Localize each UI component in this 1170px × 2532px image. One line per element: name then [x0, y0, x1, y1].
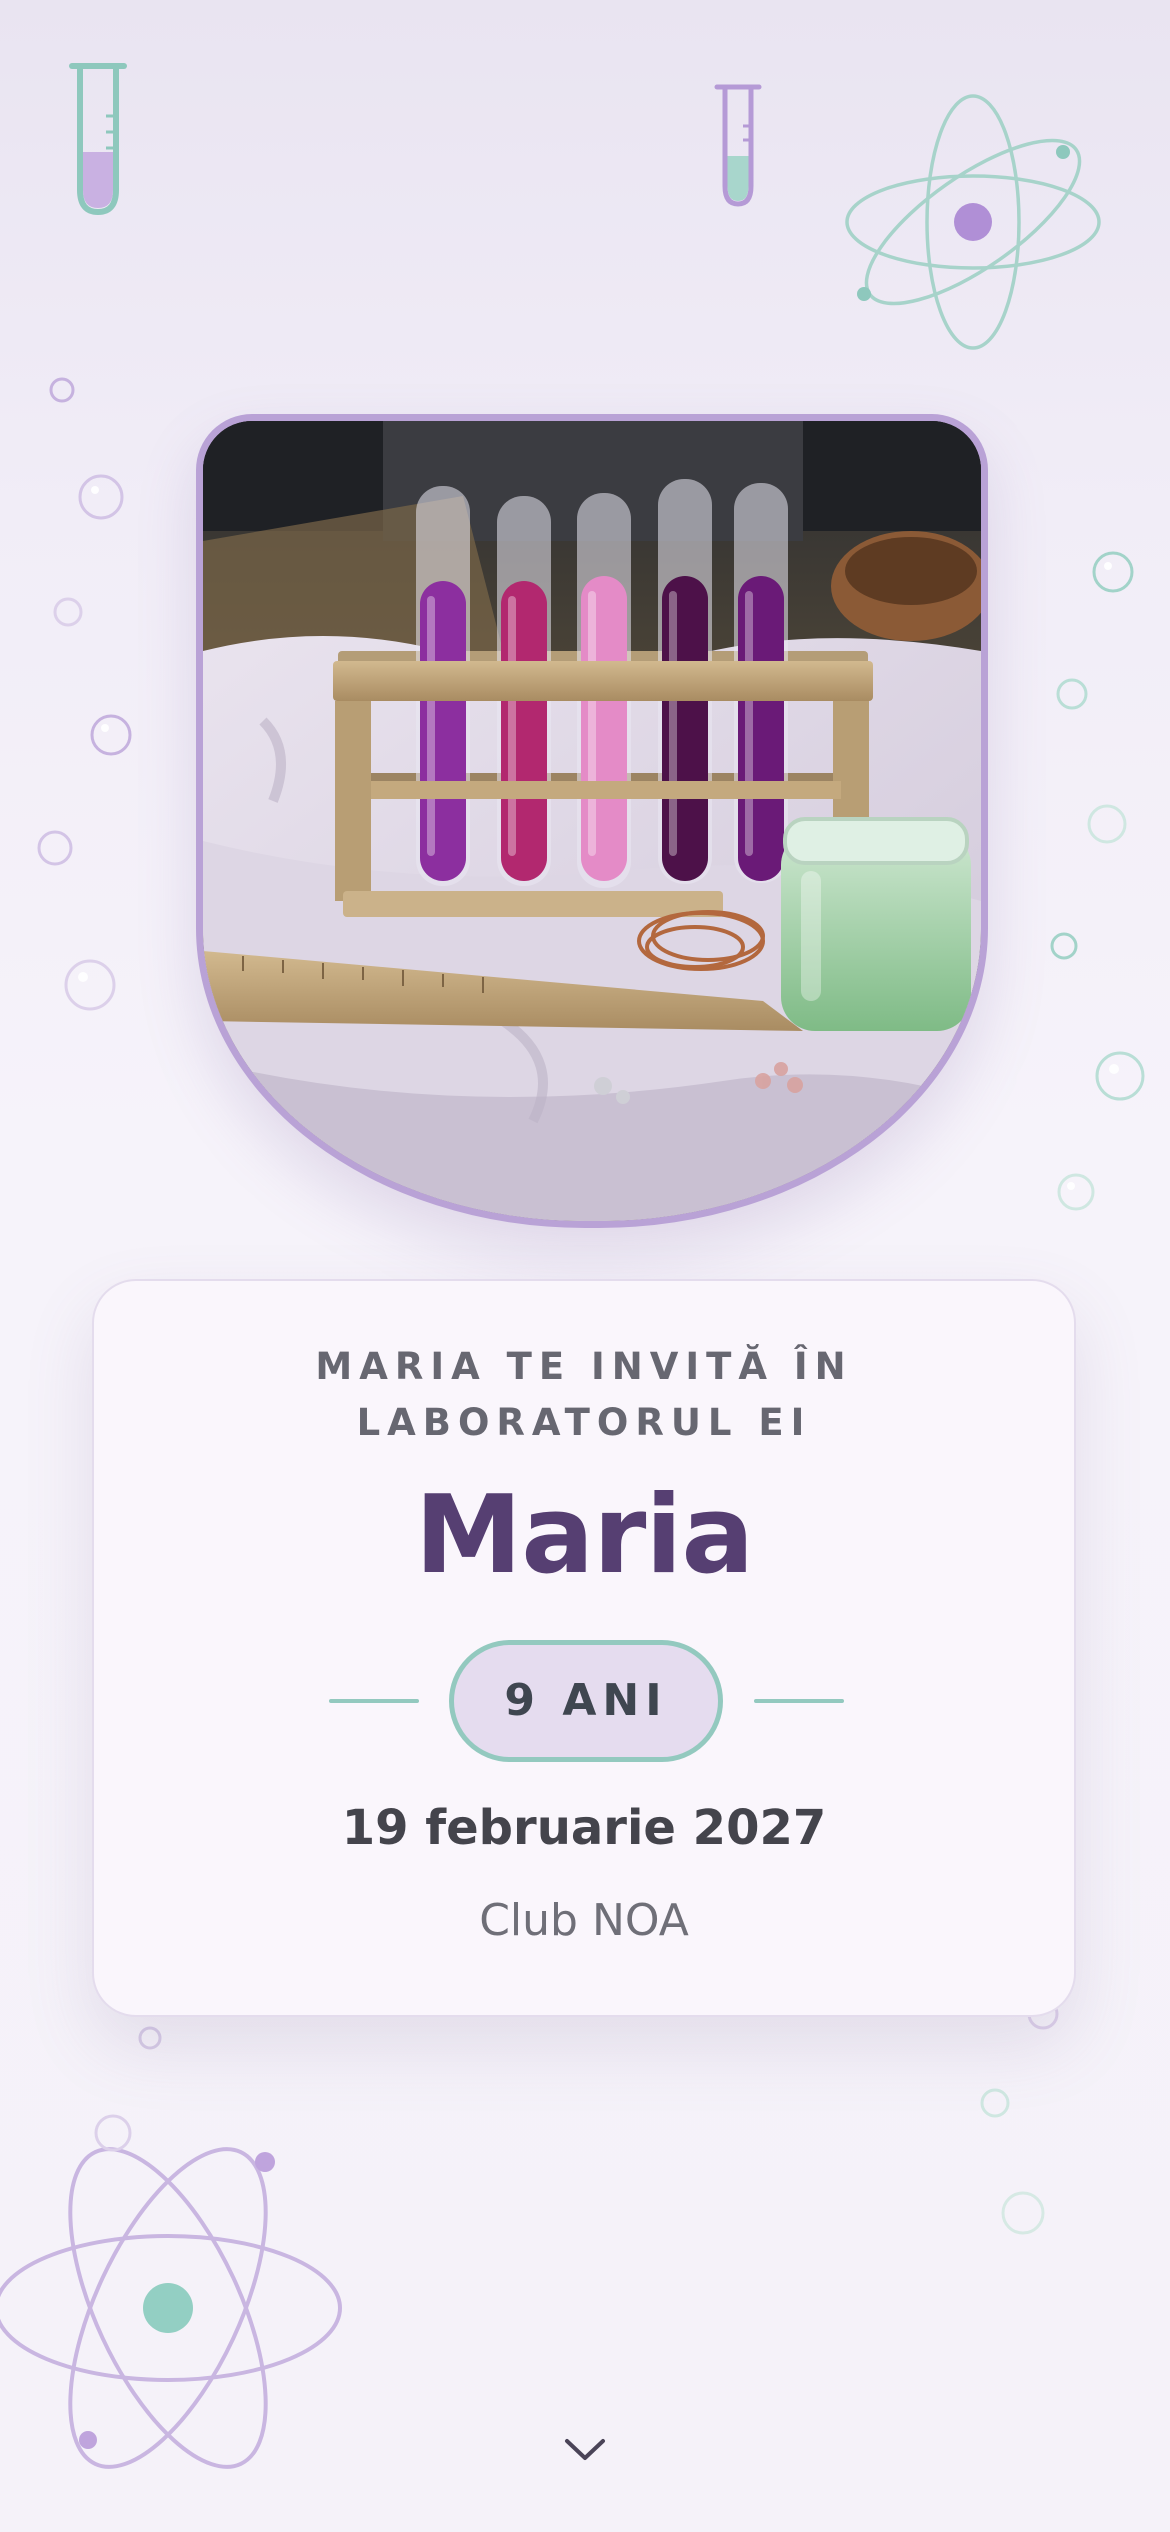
intro-line-2: LABORATORUL EI: [356, 1401, 812, 1444]
celebrant-name: Maria: [414, 1473, 755, 1598]
intro-line-1: MARIA TE INVITĂ ÎN: [315, 1345, 853, 1388]
event-date: 19 februarie 2027: [341, 1800, 827, 1856]
bubble-icon: [37, 377, 132, 1011]
event-venue: Club NOA: [479, 1895, 689, 1946]
scroll-down-button[interactable]: [545, 2420, 625, 2480]
invitation-intro: MARIA TE INVITĂ ÎN LABORATORUL EI: [94, 1339, 1074, 1451]
divider-line-left: [329, 1699, 419, 1703]
invitation-card: MARIA TE INVITĂ ÎN LABORATORUL EI Maria …: [92, 1279, 1076, 2017]
age-row: 9 ANI: [94, 1640, 1074, 1762]
atom-icon: [845, 94, 1101, 350]
test-tube-icon: [714, 84, 762, 207]
hero-photo: [196, 414, 988, 1228]
test-tube-icon: [69, 63, 127, 216]
divider-line-right: [754, 1699, 844, 1703]
age-badge: 9 ANI: [449, 1640, 723, 1762]
test-tubes-photo: [203, 421, 981, 1221]
bubble-icon: [1050, 551, 1145, 1211]
bubble-icon: [94, 1998, 1059, 2235]
chevron-down-icon: [565, 2439, 605, 2460]
